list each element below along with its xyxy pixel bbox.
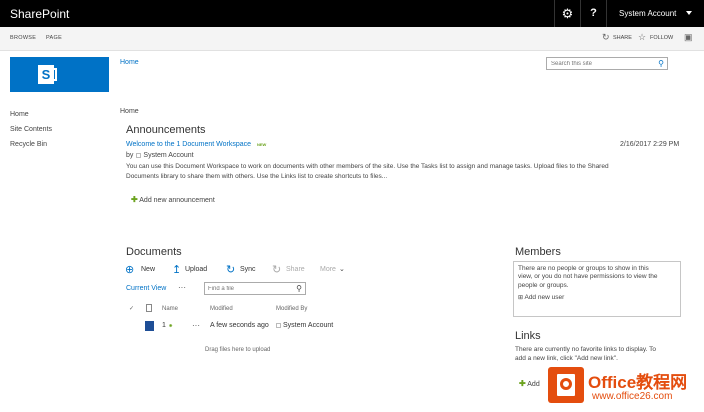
select-all-checkmark-icon[interactable]: ✓ bbox=[129, 305, 134, 312]
find-file-box[interactable]: ⚲ bbox=[204, 282, 306, 295]
by-label: by bbox=[126, 152, 134, 159]
new-badge: NEW bbox=[257, 142, 267, 147]
links-empty-line1: There are currently no favorite links to… bbox=[515, 346, 657, 353]
new-item-icon: ❋ bbox=[169, 323, 173, 328]
watermark-o-shape bbox=[560, 378, 572, 390]
search-input[interactable] bbox=[547, 58, 647, 70]
members-heading[interactable]: Members bbox=[515, 246, 561, 258]
watermark-title: Office教程网 bbox=[588, 373, 688, 392]
suite-bar: SharePoint ⚙ ? System Account bbox=[0, 0, 704, 27]
document-icon bbox=[145, 321, 154, 331]
help-button[interactable]: ? bbox=[580, 0, 606, 27]
announcement-body-line1: You can use this Document Workspace to w… bbox=[126, 163, 609, 170]
sync-icon[interactable]: ↻ bbox=[226, 263, 235, 276]
file-type-icon bbox=[146, 304, 152, 312]
modified-by-name[interactable]: System Account bbox=[283, 322, 333, 329]
plus-icon: ✚ bbox=[131, 195, 138, 204]
add-announcement-link[interactable]: ✚ Add new announcement bbox=[131, 195, 215, 204]
documents-heading[interactable]: Documents bbox=[126, 246, 182, 258]
upload-button[interactable]: Upload bbox=[185, 266, 207, 273]
quicklaunch-recycle-bin[interactable]: Recycle Bin bbox=[10, 141, 47, 148]
presence-icon bbox=[276, 322, 281, 328]
column-modified[interactable]: Modified bbox=[210, 306, 233, 312]
announcement-byline: by System Account bbox=[126, 152, 194, 159]
document-modified: A few seconds ago bbox=[210, 322, 269, 329]
gear-icon[interactable]: ⚙ bbox=[554, 0, 580, 27]
document-name[interactable]: 1 bbox=[162, 322, 166, 329]
item-ellipsis[interactable]: ··· bbox=[192, 321, 200, 330]
new-button[interactable]: New bbox=[141, 266, 155, 273]
add-user-label: Add new user bbox=[524, 294, 565, 302]
announcement-body-line2: Documents library to share them with oth… bbox=[126, 173, 388, 180]
drag-drop-hint: Drag files here to upload bbox=[205, 347, 271, 353]
breadcrumb: Home bbox=[120, 108, 139, 115]
members-empty-line1: There are no people or groups to show in… bbox=[518, 265, 649, 272]
view-options-ellipsis[interactable]: ··· bbox=[178, 283, 186, 292]
document-modified-by[interactable]: System Account bbox=[276, 322, 333, 329]
members-empty-line3: people or groups. bbox=[518, 281, 569, 289]
app-brand[interactable]: SharePoint bbox=[10, 7, 69, 21]
chevron-down-icon bbox=[686, 11, 692, 15]
share-doc-button[interactable]: Share bbox=[286, 266, 305, 273]
links-heading[interactable]: Links bbox=[515, 330, 541, 342]
search-icon[interactable]: ⚲ bbox=[296, 284, 302, 293]
add-link[interactable]: ✚ Add bbox=[519, 379, 540, 388]
focus-mode-icon[interactable]: ▣ bbox=[684, 32, 693, 43]
search-box[interactable]: ⚲ bbox=[546, 57, 668, 70]
watermark-logo bbox=[548, 367, 584, 403]
plus-icon: ✚ bbox=[519, 379, 526, 388]
members-panel: There are no people or groups to show in… bbox=[513, 261, 681, 317]
column-name[interactable]: Name bbox=[162, 306, 178, 312]
top-nav-home[interactable]: Home bbox=[120, 59, 139, 66]
ribbon: BROWSE PAGE ↻ SHARE ☆ FOLLOW ▣ bbox=[0, 27, 704, 51]
quicklaunch-home[interactable]: Home bbox=[10, 111, 29, 118]
members-empty-line2: view, or you do not have permissions to … bbox=[518, 273, 658, 281]
announcement-author[interactable]: System Account bbox=[143, 152, 193, 159]
links-empty-line2: add a new link, click "Add new link". bbox=[515, 355, 618, 362]
new-icon[interactable]: ⊕ bbox=[125, 263, 134, 276]
presence-icon bbox=[136, 152, 142, 158]
current-view-selector[interactable]: Current View bbox=[126, 285, 166, 292]
add-user-icon: ⊞ bbox=[518, 295, 524, 302]
add-announcement-label: Add new announcement bbox=[139, 197, 215, 204]
column-modified-by[interactable]: Modified By bbox=[276, 306, 307, 312]
find-file-input[interactable] bbox=[205, 283, 287, 295]
announcements-heading[interactable]: Announcements bbox=[126, 124, 206, 136]
upload-icon[interactable]: ↥ bbox=[172, 263, 181, 276]
more-button[interactable]: More bbox=[320, 266, 336, 273]
follow-button[interactable]: FOLLOW bbox=[650, 35, 673, 41]
search-icon[interactable]: ⚲ bbox=[658, 59, 664, 68]
share-icon[interactable]: ↻ bbox=[602, 32, 610, 43]
announcement-date: 2/16/2017 2:29 PM bbox=[620, 141, 680, 148]
chevron-down-icon: ⌄ bbox=[339, 266, 345, 273]
star-icon[interactable]: ☆ bbox=[638, 32, 646, 43]
announcement-title[interactable]: Welcome to the 1 Document Workspace bbox=[126, 141, 251, 148]
quicklaunch-site-contents[interactable]: Site Contents bbox=[10, 126, 52, 133]
watermark-doc-icon bbox=[557, 374, 575, 396]
share-button[interactable]: SHARE bbox=[613, 35, 632, 41]
add-user-link[interactable]: ⊞ Add new user bbox=[518, 294, 676, 303]
watermark-url: www.office26.com bbox=[592, 391, 673, 402]
share-doc-icon[interactable]: ↻ bbox=[272, 263, 281, 276]
tab-browse[interactable]: BROWSE bbox=[10, 35, 36, 41]
tab-page[interactable]: PAGE bbox=[46, 35, 62, 41]
site-logo[interactable]: S bbox=[10, 57, 109, 92]
add-link-label: Add bbox=[527, 381, 540, 388]
logo-letter: S bbox=[38, 65, 54, 84]
sync-button[interactable]: Sync bbox=[240, 266, 256, 273]
